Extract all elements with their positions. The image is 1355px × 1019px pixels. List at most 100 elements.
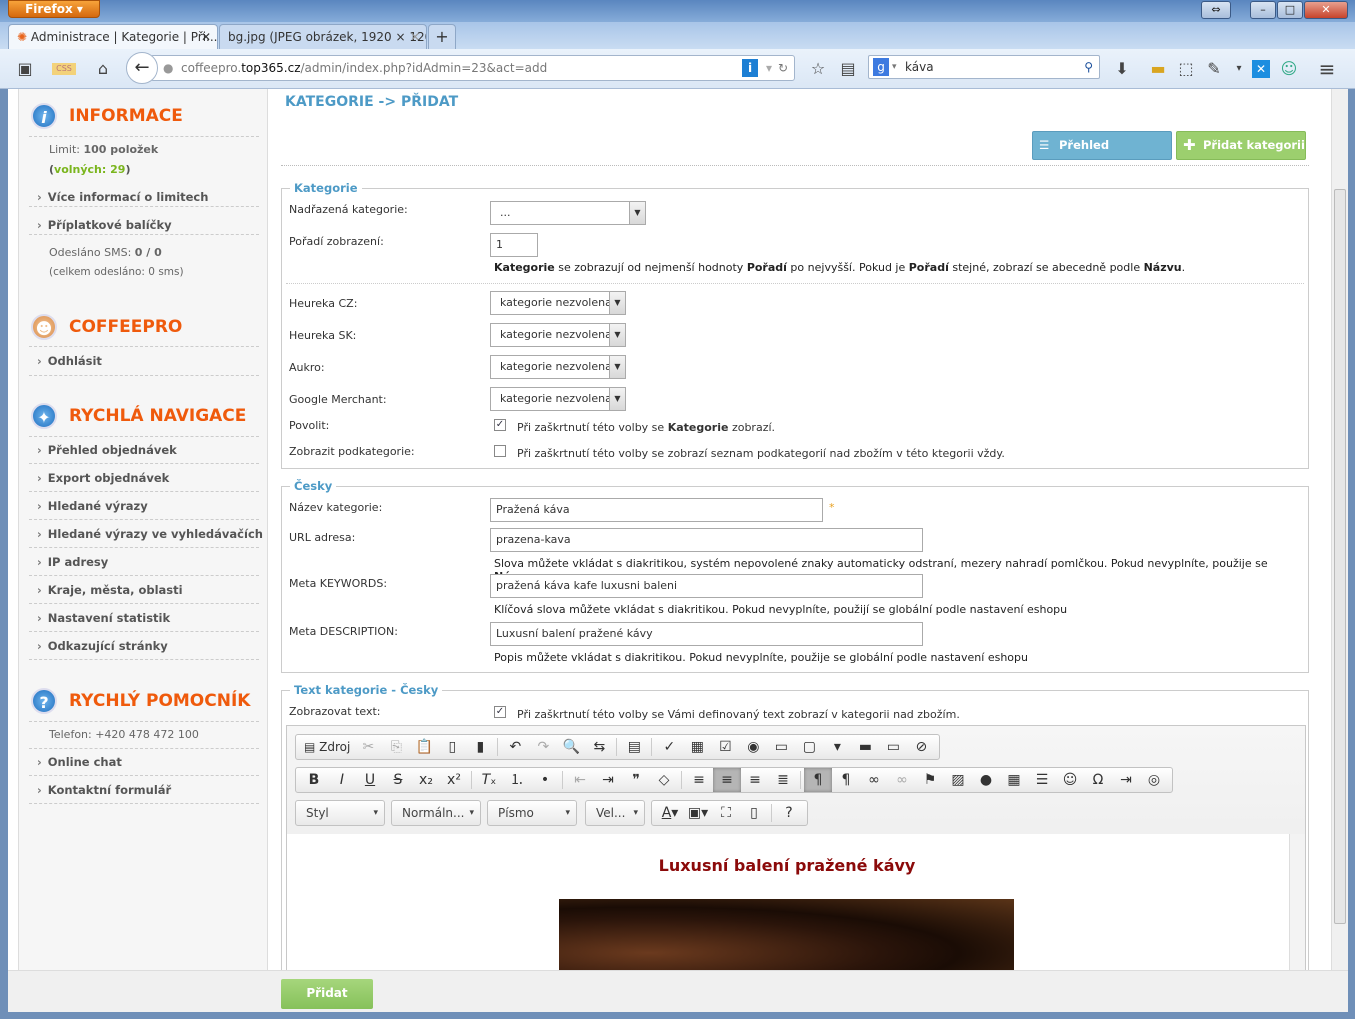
quick-nav-item[interactable]: Kraje, města, oblasti	[37, 583, 183, 597]
style-combo[interactable]: Styl	[295, 800, 385, 826]
order-input[interactable]: 1	[490, 233, 538, 257]
table-icon[interactable]: ▦	[1000, 768, 1028, 792]
translate-icon[interactable]: ☺	[1278, 58, 1300, 80]
font-combo[interactable]: Písmo	[487, 800, 577, 826]
image-button-icon[interactable]: ▭	[879, 735, 907, 759]
bold-icon[interactable]: B	[300, 768, 328, 792]
url-input[interactable]: prazena-kava	[490, 528, 923, 552]
text-color-icon[interactable]: A▾	[656, 801, 684, 825]
more-info-link[interactable]: Více informací o limitech	[37, 190, 209, 204]
link-icon[interactable]: ∞	[860, 768, 888, 792]
parent-category-select[interactable]: ... ▼	[490, 201, 646, 225]
online-chat-link[interactable]: Online chat	[37, 755, 122, 769]
packages-link[interactable]: Příplatkové balíčky	[37, 218, 172, 232]
enable-checkbox[interactable]: ✓	[494, 419, 506, 431]
show-blocks-icon[interactable]: ▯	[740, 801, 768, 825]
smiley-icon[interactable]: ☺	[1056, 768, 1084, 792]
iframe-icon[interactable]: ◎	[1140, 768, 1168, 792]
eyedropper-icon[interactable]: ✎	[1203, 58, 1225, 80]
source-button[interactable]: ▤ Zdroj	[300, 735, 354, 759]
keywords-input[interactable]: pražená káva kafe luxusni baleni	[490, 574, 923, 598]
unlink-icon[interactable]: ∞	[888, 768, 916, 792]
size-combo[interactable]: Vel...	[585, 800, 645, 826]
quick-nav-item[interactable]: Odkazující stránky	[37, 639, 168, 653]
home-icon[interactable]: ⌂	[92, 58, 114, 80]
download-icon[interactable]: ⬇	[1111, 58, 1133, 80]
overflow-dropdown-icon[interactable]: ▾	[1228, 58, 1250, 80]
quick-nav-item[interactable]: Export objednávek	[37, 471, 170, 485]
minimize-button[interactable]: –	[1250, 1, 1276, 19]
bg-color-icon[interactable]: ▣▾	[684, 801, 712, 825]
logout-link[interactable]: Odhlásit	[37, 354, 102, 368]
close-window-button[interactable]: ✕	[1304, 1, 1348, 19]
anchor-icon[interactable]: ⚑	[916, 768, 944, 792]
special-char-icon[interactable]: Ω	[1084, 768, 1112, 792]
div-icon[interactable]: ◇	[650, 768, 678, 792]
tab-administrace[interactable]: ✺ Administrace | Kategorie | Při... ✕	[8, 24, 218, 49]
bookmarks-icon[interactable]: ▣	[14, 58, 36, 80]
info-icon[interactable]: i	[742, 59, 758, 77]
editor-content-area[interactable]: Luxusní balení pražené kávy	[287, 834, 1305, 986]
find-icon[interactable]: 🔍	[557, 735, 585, 759]
button-icon[interactable]: ▬	[851, 735, 879, 759]
add-category-button[interactable]: ✚ Přidat kategorii	[1176, 131, 1306, 160]
xmarks-icon[interactable]: ✕	[1252, 60, 1270, 78]
quick-nav-item[interactable]: IP adresy	[37, 555, 109, 569]
search-icon[interactable]: ⚲	[1084, 56, 1093, 78]
quick-nav-item[interactable]: Přehled objednávek	[37, 443, 177, 457]
firefox-menu-button[interactable]: Firefox ▾	[8, 0, 100, 18]
quick-nav-item[interactable]: Hledané výrazy ve vyhledávačích	[37, 527, 263, 541]
editor-scrollbar[interactable]	[1289, 834, 1305, 986]
feed-category-select[interactable]: kategorie nezvolena ▼	[490, 387, 626, 411]
italic-icon[interactable]: I	[328, 768, 356, 792]
undo-icon[interactable]: ↶	[501, 735, 529, 759]
justify-icon[interactable]: ≣	[769, 768, 797, 792]
format-combo[interactable]: Normáln...	[391, 800, 481, 826]
numbered-list-icon[interactable]: ⒈	[503, 768, 531, 792]
hidden-field-icon[interactable]: ⊘	[907, 735, 935, 759]
flash-icon[interactable]: ●	[972, 768, 1000, 792]
page-break-icon[interactable]: ⇥	[1112, 768, 1140, 792]
url-bar[interactable]: ● coffeepro.top365.cz/admin/index.php?id…	[150, 55, 795, 81]
dropdown-icon[interactable]: ▾	[766, 56, 772, 80]
redo-icon[interactable]: ↷	[529, 735, 557, 759]
ruler-icon[interactable]: ▬	[1147, 58, 1169, 80]
description-input[interactable]: Luxusní balení pražené kávy	[490, 622, 923, 646]
page-scrollbar[interactable]	[1331, 89, 1348, 1012]
replace-icon[interactable]: ⇆	[585, 735, 613, 759]
search-bar[interactable]: g ▾ káva ⚲	[868, 55, 1100, 79]
rtl-icon[interactable]: ¶	[832, 768, 860, 792]
checkbox-icon[interactable]: ☑	[711, 735, 739, 759]
category-overview-button[interactable]: ☰ Přehled kategorií	[1032, 131, 1172, 179]
submit-add-button[interactable]: Přidat	[281, 979, 373, 1009]
textarea-icon[interactable]: ▢	[795, 735, 823, 759]
hamburger-menu-icon[interactable]: ≡	[1316, 58, 1338, 80]
css-icon[interactable]: CSS	[52, 63, 76, 75]
form-icon[interactable]: ▦	[683, 735, 711, 759]
scrollbar-thumb[interactable]	[1334, 189, 1346, 924]
paste-text-icon[interactable]: ▯	[438, 735, 466, 759]
show-text-checkbox[interactable]: ✓	[494, 706, 506, 718]
maximize-button[interactable]: □	[1277, 1, 1303, 19]
restore-icon[interactable]: ⇔	[1201, 1, 1231, 19]
underline-icon[interactable]: U	[356, 768, 384, 792]
help-icon[interactable]: ?	[775, 801, 803, 825]
reading-list-icon[interactable]: ▤	[837, 58, 859, 80]
new-tab-button[interactable]: +	[428, 24, 456, 49]
close-tab-icon[interactable]: ✕	[410, 25, 420, 49]
bulleted-list-icon[interactable]: •	[531, 768, 559, 792]
quick-nav-item[interactable]: Hledané výrazy	[37, 499, 148, 513]
outdent-icon[interactable]: ⇤	[566, 768, 594, 792]
paste-word-icon[interactable]: ▮	[466, 735, 494, 759]
image-icon[interactable]: ▨	[944, 768, 972, 792]
engine-dropdown-icon[interactable]: ▾	[892, 56, 897, 78]
back-button[interactable]: ←	[126, 52, 158, 84]
tab-bg-jpg[interactable]: bg.jpg (JPEG obrázek, 1920 × 120... ✕	[219, 24, 427, 49]
align-center-icon[interactable]: ≡	[713, 768, 741, 792]
select-all-icon[interactable]: ▤	[620, 735, 648, 759]
blockquote-icon[interactable]: ❞	[622, 768, 650, 792]
align-left-icon[interactable]: ≡	[685, 768, 713, 792]
align-right-icon[interactable]: ≡	[741, 768, 769, 792]
spellcheck-icon[interactable]: ✓	[655, 735, 683, 759]
subscript-icon[interactable]: x₂	[412, 768, 440, 792]
